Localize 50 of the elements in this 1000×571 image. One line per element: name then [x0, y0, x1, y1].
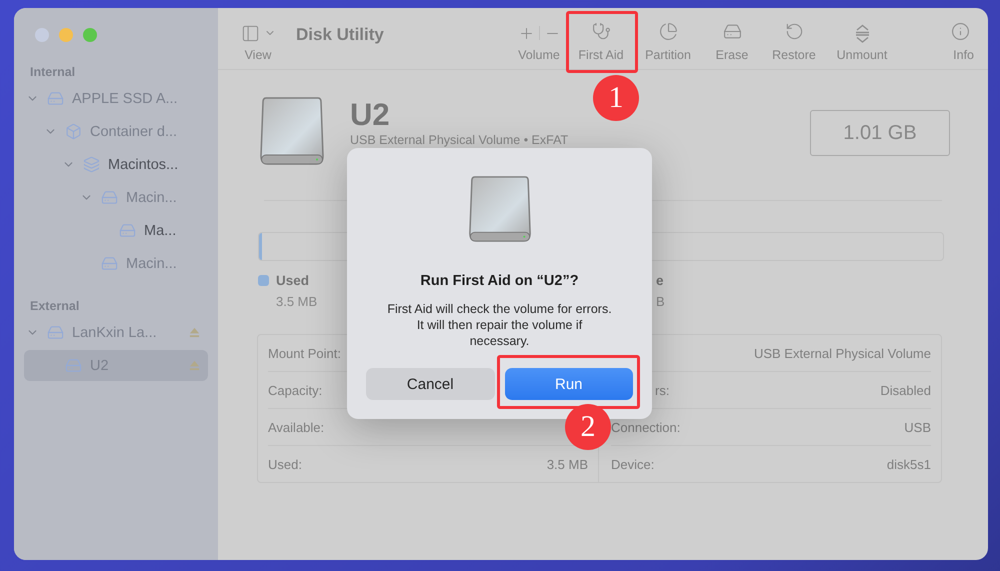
toolbar-label: Volume	[518, 48, 560, 62]
toolbar-button[interactable]: Partition	[634, 22, 702, 62]
toolbar-button[interactable]: First Aid	[568, 22, 634, 62]
table-value: USB External Physical Volume	[754, 346, 931, 360]
legend-value: B	[656, 294, 665, 309]
drive-icon	[47, 324, 64, 341]
drive-icon	[47, 90, 64, 107]
drive-icon	[65, 357, 82, 374]
cancel-button[interactable]: Cancel	[366, 368, 494, 400]
drive-icon	[101, 255, 118, 272]
table-value: Disabled	[880, 382, 931, 398]
drive-icon	[101, 189, 118, 206]
table-value: disk5s1	[886, 456, 931, 472]
toolbar-button[interactable]: Erase	[702, 22, 762, 62]
table-label: Available:	[268, 420, 324, 434]
sidebar-toggle-icon[interactable]	[240, 24, 260, 42]
volume-subtitle: USB External Physical Volume • ExFAT	[350, 133, 570, 147]
minimize-button[interactable]	[59, 28, 73, 42]
window-title: Disk Utility	[296, 25, 385, 45]
sidebar-section-title: Internal	[29, 64, 76, 81]
cube-icon	[65, 123, 82, 140]
table-value: USB	[904, 420, 931, 434]
toolbar-button[interactable]: Restore	[762, 22, 826, 62]
layers-icon	[83, 156, 100, 173]
capacity-box: 1.01 GB	[810, 110, 950, 156]
table-label: Device:	[611, 456, 654, 472]
dialog-title: Run First Aid on “U2”?	[420, 272, 579, 290]
eject-icon[interactable]	[189, 327, 200, 338]
toolbar-label: View	[244, 48, 272, 62]
table-label: Used:	[268, 456, 302, 472]
legend-label: e	[656, 273, 664, 288]
zoom-button[interactable]	[83, 28, 97, 42]
legend-label: Used	[276, 273, 310, 288]
volume-name: U2	[350, 98, 391, 132]
dialog-message: First Aid will check the volume for errors. It will then repair the volume if necessary.	[387, 301, 612, 349]
table-value: 3.5 MB	[546, 456, 588, 472]
close-button[interactable]	[35, 28, 49, 42]
highlight-frame	[566, 11, 638, 73]
table-label: rs:	[655, 382, 670, 398]
toolbar-button[interactable]: Info	[898, 22, 974, 62]
toolbar-button[interactable]: Unmount	[826, 22, 898, 62]
table-label: Capacity:	[268, 382, 322, 398]
table-label: Mount Point:	[268, 346, 341, 360]
legend-value: 3.5 MB	[275, 294, 318, 309]
eject-icon[interactable]	[189, 360, 200, 371]
sidebar-section-title: External	[29, 298, 80, 315]
run-button[interactable]: Run	[504, 368, 633, 400]
drive-icon	[119, 222, 136, 239]
external-drive-icon	[260, 96, 324, 166]
table-label: Connection:	[611, 420, 680, 434]
